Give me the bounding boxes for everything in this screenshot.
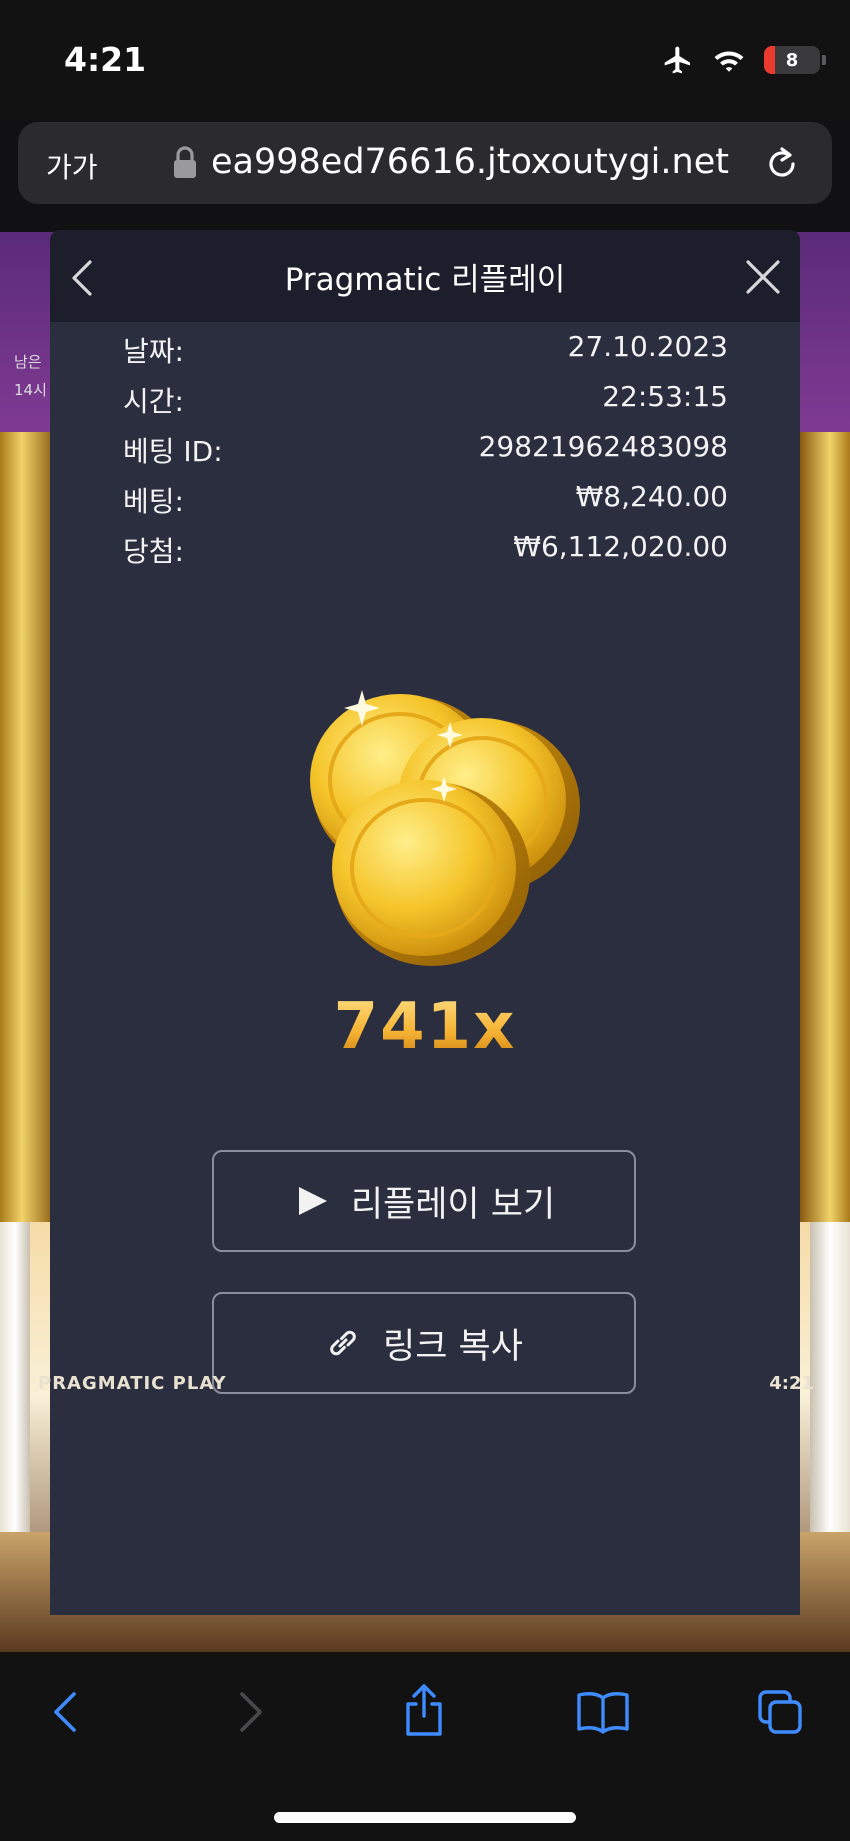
info-row-bet-id: 베팅 ID: 29821962483098 bbox=[123, 430, 728, 470]
game-frame-right bbox=[800, 432, 850, 1222]
close-icon[interactable] bbox=[744, 258, 782, 296]
address-bar[interactable]: 가가 ea998ed76616.jtoxoutygi.net bbox=[18, 122, 832, 204]
multiplier-value: 741x bbox=[50, 990, 800, 1064]
info-label: 당첨: bbox=[123, 535, 184, 568]
watch-replay-label: 리플레이 보기 bbox=[350, 1184, 556, 1225]
game-pillar-right bbox=[810, 1222, 850, 1582]
coins-icon bbox=[310, 690, 580, 966]
info-row-bet: 베팅: ₩8,240.00 bbox=[123, 480, 728, 520]
battery-icon: 8 bbox=[764, 46, 826, 74]
watch-replay-button[interactable]: 리플레이 보기 bbox=[212, 1150, 636, 1252]
status-bar: 4:21 8 bbox=[0, 0, 850, 120]
info-value: 29821962483098 bbox=[478, 430, 728, 463]
info-label: 베팅 ID: bbox=[123, 435, 223, 468]
back-icon[interactable] bbox=[42, 1688, 90, 1736]
modal-title: Pragmatic 리플레이 bbox=[284, 262, 566, 298]
info-row-win: 당첨: ₩6,112,020.00 bbox=[123, 530, 728, 570]
wifi-icon bbox=[714, 51, 744, 72]
game-brand-label: PRAGMATIC PLAY bbox=[38, 1373, 227, 1394]
info-label: 날짜: bbox=[123, 335, 184, 368]
game-side-text: 남은 14시 bbox=[14, 348, 47, 404]
info-value: ₩8,240.00 bbox=[575, 480, 728, 513]
url-text[interactable]: ea998ed76616.jtoxoutygi.net bbox=[211, 142, 729, 182]
home-indicator bbox=[274, 1812, 576, 1823]
bookmarks-icon[interactable] bbox=[575, 1688, 631, 1736]
lock-icon bbox=[174, 146, 196, 178]
info-value: 27.10.2023 bbox=[567, 330, 728, 363]
info-value: ₩6,112,020.00 bbox=[513, 530, 728, 563]
copy-link-label: 링크 복사 bbox=[383, 1326, 523, 1367]
game-side-text-line-2: 14시 bbox=[14, 381, 47, 399]
modal-header: Pragmatic 리플레이 bbox=[50, 230, 800, 322]
forward-icon[interactable] bbox=[226, 1688, 274, 1736]
battery-level: 8 bbox=[785, 49, 799, 71]
replay-modal: Pragmatic 리플레이 날짜: 27.10.2023 시간: 22:53:… bbox=[50, 230, 800, 1615]
tabs-icon[interactable] bbox=[756, 1688, 804, 1736]
game-frame-left bbox=[0, 432, 55, 1222]
status-time: 4:21 bbox=[64, 40, 147, 79]
game-side-text-line-1: 남은 bbox=[14, 353, 42, 371]
copy-link-button[interactable]: 링크 복사 bbox=[212, 1292, 636, 1394]
game-pillar-left bbox=[0, 1222, 30, 1582]
link-icon bbox=[330, 1330, 356, 1356]
reload-icon[interactable] bbox=[762, 144, 802, 184]
status-icons: 8 bbox=[662, 44, 826, 76]
play-icon bbox=[298, 1187, 327, 1215]
info-row-time: 시간: 22:53:15 bbox=[123, 380, 728, 420]
info-value: 22:53:15 bbox=[602, 380, 728, 413]
info-label: 베팅: bbox=[123, 485, 184, 518]
info-row-date: 날짜: 27.10.2023 bbox=[123, 330, 728, 370]
share-icon[interactable] bbox=[400, 1682, 448, 1738]
text-size-button[interactable]: 가가 bbox=[46, 146, 98, 186]
info-label: 시간: bbox=[123, 385, 184, 418]
game-clock: 4:21 bbox=[769, 1373, 814, 1394]
airplane-icon bbox=[664, 46, 690, 74]
